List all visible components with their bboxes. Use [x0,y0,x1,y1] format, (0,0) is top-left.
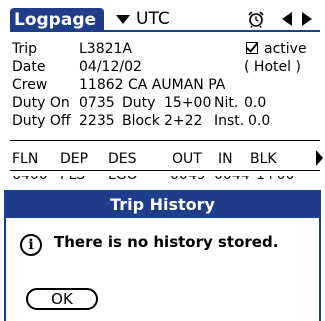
cell-blk: 1+00 [256,176,294,184]
crew-value: 11862 CA AUMAN PA [79,77,226,93]
duty-off-row: Duty Off 2235 Block 2+22 Inst. 0.0 [12,112,322,130]
crew-row: Crew 11862 CA AUMAN PA [12,76,322,94]
column-header-des[interactable]: DES [108,150,137,168]
date-row: Date 04/12/02 ( Hotel ) [12,58,322,76]
info-icon: i [20,234,42,256]
duty-on-value: 0735 [79,95,115,111]
table-row[interactable]: 6400 PLS LGO 0049 0044 1+00 [12,176,322,184]
dialog-title: Trip History [6,192,319,218]
trip-value: L3821A [79,41,133,57]
ok-button[interactable]: OK [26,288,98,310]
title-bar: Logpage UTC [0,0,325,34]
duty-label: Duty [122,95,156,111]
nit-label: Nit. [214,95,239,111]
dialog-message: There is no history stored. [54,233,279,251]
cell-des: LGO [108,176,138,184]
inst-value: 0.0 [248,113,271,129]
timezone-selector[interactable]: UTC [116,8,170,30]
block-label: Block [122,113,160,129]
cell-dep: PLS [60,176,85,184]
app-title[interactable]: Logpage [10,8,104,32]
palm-screen: Logpage UTC Trip L3821A active Date 04/1… [0,0,325,321]
cell-in: 0044 [214,176,250,184]
duty-on-row: Duty On 0735 Duty 15+00 Nit. 0.0 [12,94,322,112]
timezone-label: UTC [136,9,170,29]
duty-value: 15+00 [164,95,212,111]
trip-row: Trip L3821A active [12,40,322,58]
duty-off-value: 2235 [79,113,115,129]
column-header-in[interactable]: IN [218,150,233,168]
active-label: active [264,41,307,57]
active-checkbox[interactable] [246,42,258,54]
arrow-right-icon[interactable] [302,12,312,26]
trip-label: Trip [12,41,38,57]
arrow-left-icon[interactable] [282,12,292,26]
nit-value: 0.0 [244,95,267,111]
title-underline [10,30,320,32]
alarm-clock-icon[interactable] [247,10,265,28]
dropdown-triangle-icon [116,14,130,24]
column-header-dep[interactable]: DEP [60,150,88,168]
scroll-right-icon[interactable] [316,150,323,166]
duty-on-label: Duty On [12,95,70,111]
column-header-fln[interactable]: FLN [12,150,38,168]
inst-label: Inst. [214,113,245,129]
cell-fln: 6400 [12,176,48,184]
hotel-link[interactable]: ( Hotel ) [244,58,301,76]
cell-out: 0049 [170,176,206,184]
date-label: Date [12,59,46,75]
crew-label: Crew [12,77,48,93]
column-header-blk[interactable]: BLK [250,150,277,168]
date-value: 04/12/02 [79,59,142,75]
duty-off-label: Duty Off [12,113,71,129]
trip-history-dialog: Trip History i There is no history store… [4,190,321,321]
header-underline [10,170,320,171]
column-header-out[interactable]: OUT [172,150,202,168]
divider [10,140,320,141]
block-value: 2+22 [164,113,203,129]
